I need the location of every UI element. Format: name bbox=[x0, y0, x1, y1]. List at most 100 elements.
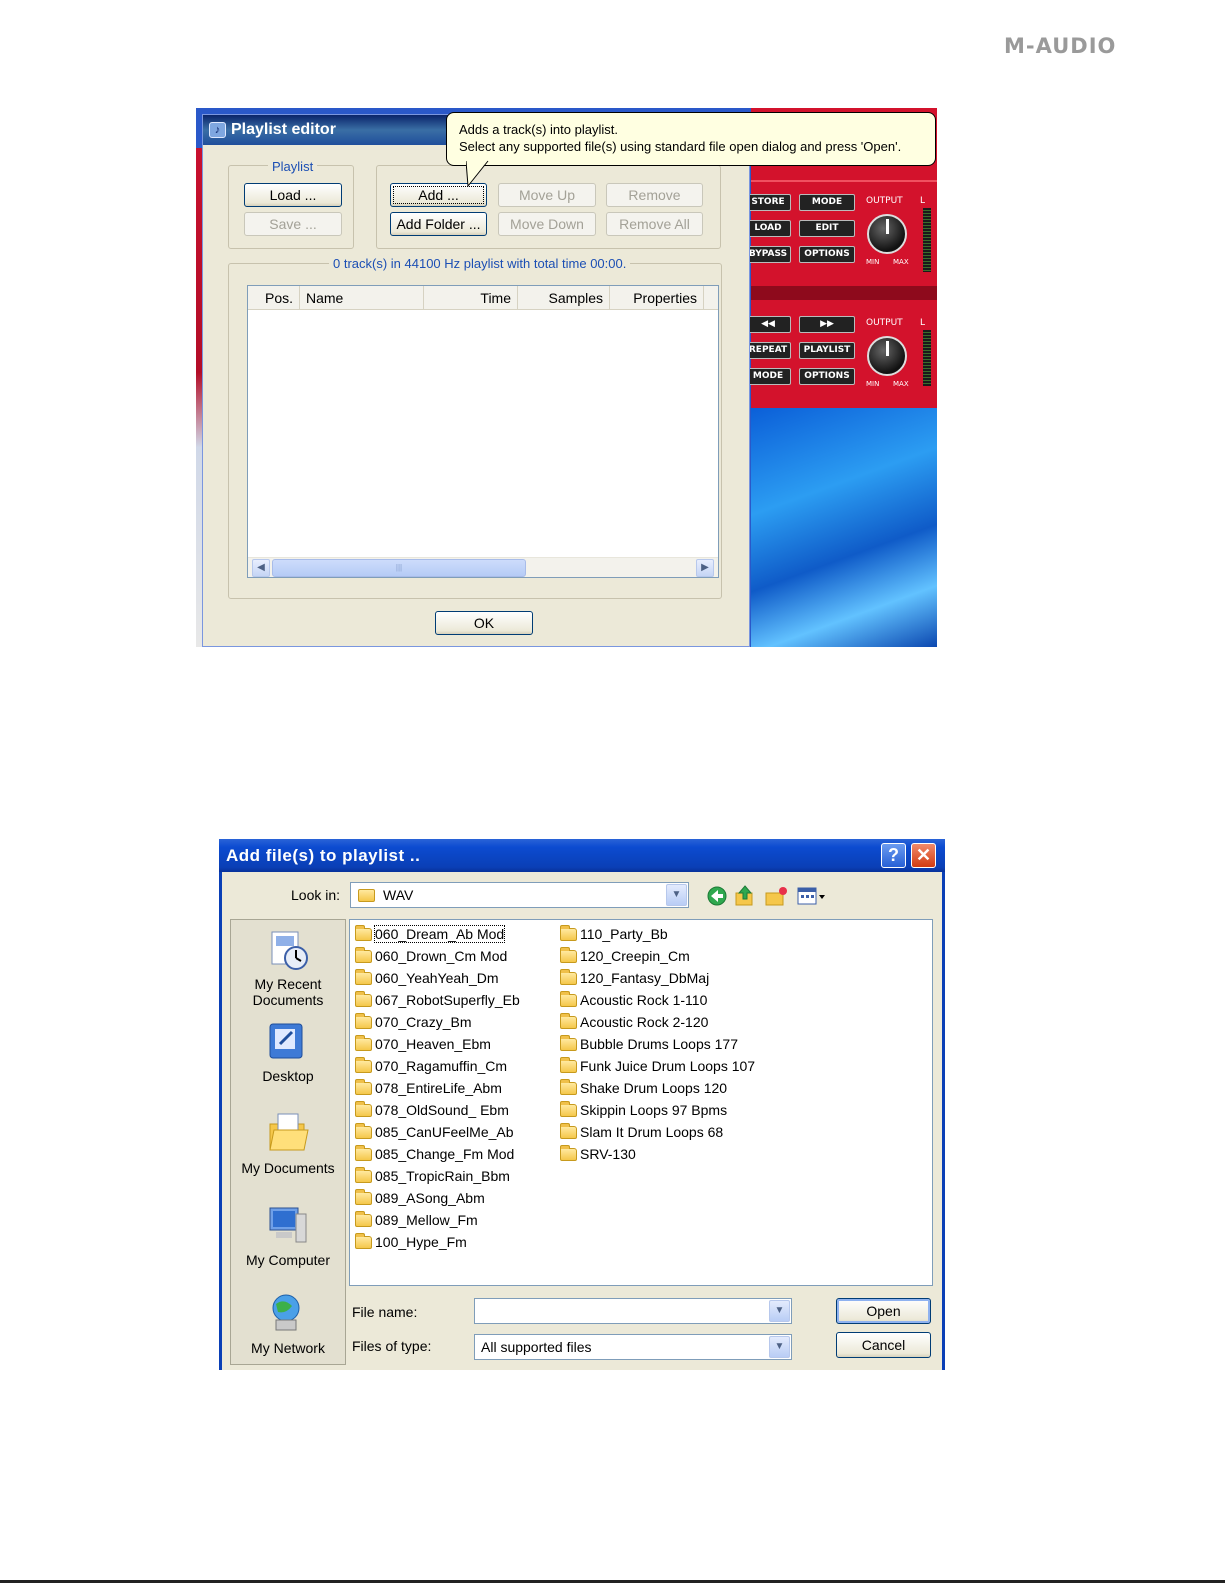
chevron-down-icon[interactable]: ▼ bbox=[666, 884, 687, 906]
list-item[interactable]: 067_RobotSuperfly_Eb bbox=[353, 990, 520, 1010]
list-item[interactable]: 070_Crazy_Bm bbox=[353, 1012, 472, 1032]
ok-button[interactable]: OK bbox=[435, 611, 533, 635]
remove-button[interactable]: Remove bbox=[606, 183, 703, 207]
list-item[interactable]: Funk Juice Drum Loops 107 bbox=[558, 1056, 755, 1076]
app-icon: ♪ bbox=[209, 122, 226, 138]
back-icon[interactable] bbox=[706, 885, 728, 907]
list-item[interactable]: 089_ASong_Abm bbox=[353, 1188, 485, 1208]
list-item[interactable]: 060_Drown_Cm Mod bbox=[353, 946, 507, 966]
list-item[interactable]: 078_EntireLife_Abm bbox=[353, 1078, 502, 1098]
list-item[interactable]: 070_Ragamuffin_Cm bbox=[353, 1056, 507, 1076]
options-button-2[interactable]: OPTIONS bbox=[799, 368, 855, 385]
scroll-thumb[interactable]: ||| bbox=[272, 559, 526, 577]
folder-icon bbox=[560, 969, 577, 985]
col-samples[interactable]: Samples bbox=[518, 286, 610, 310]
places-bar: My Recent Documents Desktop My Documents… bbox=[230, 919, 346, 1365]
folder-icon bbox=[355, 991, 372, 1007]
output-label-2: OUTPUT bbox=[866, 318, 903, 328]
list-item[interactable]: 060_Dream_Ab Mod bbox=[353, 924, 506, 944]
list-item[interactable]: Bubble Drums Loops 177 bbox=[558, 1034, 738, 1054]
level-meter bbox=[923, 208, 931, 272]
look-in-combo[interactable]: WAV ▼ bbox=[350, 882, 689, 908]
load-button[interactable]: LOAD bbox=[745, 220, 791, 237]
place-desktop[interactable]: Desktop bbox=[231, 1020, 345, 1084]
store-button[interactable]: STORE bbox=[745, 194, 791, 211]
list-item[interactable]: SRV-130 bbox=[558, 1144, 636, 1164]
list-item[interactable]: 078_OldSound_ Ebm bbox=[353, 1100, 509, 1120]
up-folder-icon[interactable] bbox=[734, 885, 756, 907]
close-icon[interactable]: ✕ bbox=[911, 843, 936, 868]
mode-button[interactable]: MODE bbox=[799, 194, 855, 211]
list-item[interactable]: 070_Heaven_Ebm bbox=[353, 1034, 491, 1054]
file-name-input[interactable]: ▼ bbox=[474, 1298, 792, 1324]
move-up-button[interactable]: Move Up bbox=[498, 183, 596, 207]
dialog-title: Add file(s) to playlist .. bbox=[219, 839, 945, 872]
tracks-group bbox=[376, 165, 721, 249]
look-in-value: WAV bbox=[383, 887, 414, 903]
playlist-group bbox=[228, 165, 354, 249]
list-item[interactable]: 110_Party_Bb bbox=[558, 924, 668, 944]
list-item[interactable]: Skippin Loops 97 Bpms bbox=[558, 1100, 727, 1120]
chevron-down-icon[interactable]: ▼ bbox=[769, 1336, 790, 1358]
chevron-down-icon[interactable]: ▼ bbox=[769, 1300, 790, 1322]
folder-icon bbox=[560, 1013, 577, 1029]
bypass-button[interactable]: BYPASS bbox=[745, 246, 791, 263]
list-item[interactable]: 089_Mellow_Fm bbox=[353, 1210, 478, 1230]
help-icon[interactable]: ? bbox=[881, 843, 906, 868]
window-frame-left bbox=[219, 872, 222, 1370]
mode-button-2[interactable]: MODE bbox=[745, 368, 791, 385]
place-my-recent-documents[interactable]: My Recent Documents bbox=[231, 928, 345, 1008]
place-my-computer[interactable]: My Computer bbox=[231, 1204, 345, 1268]
rewind-button[interactable]: ◀◀ bbox=[745, 316, 791, 333]
track-list[interactable]: Pos. Name Time Samples Properties ◀ ||| … bbox=[247, 285, 719, 578]
list-item[interactable]: 120_Creepin_Cm bbox=[558, 946, 690, 966]
folder-icon bbox=[355, 1167, 372, 1183]
col-name[interactable]: Name bbox=[300, 286, 424, 310]
list-item[interactable]: Slam It Drum Loops 68 bbox=[558, 1122, 723, 1142]
add-folder-button[interactable]: Add Folder ... bbox=[390, 212, 487, 236]
list-item[interactable]: Acoustic Rock 2-120 bbox=[558, 1012, 708, 1032]
fast-forward-button[interactable]: ▶▶ bbox=[799, 316, 855, 333]
remove-all-button[interactable]: Remove All bbox=[606, 212, 703, 236]
list-item[interactable]: Acoustic Rock 1-110 bbox=[558, 990, 707, 1010]
place-my-documents[interactable]: My Documents bbox=[231, 1110, 345, 1176]
output-knob[interactable] bbox=[867, 214, 907, 254]
list-item[interactable]: 060_YeahYeah_Dm bbox=[353, 968, 499, 988]
move-down-button[interactable]: Move Down bbox=[498, 212, 596, 236]
horizontal-scrollbar[interactable]: ◀ ||| ▶ bbox=[248, 557, 718, 577]
new-folder-icon[interactable] bbox=[764, 885, 788, 907]
col-pos[interactable]: Pos. bbox=[248, 286, 300, 310]
list-item[interactable]: 085_CanUFeelMe_Ab bbox=[353, 1122, 514, 1142]
options-button[interactable]: OPTIONS bbox=[799, 246, 855, 263]
playlist-button[interactable]: PLAYLIST bbox=[799, 342, 855, 359]
list-item[interactable]: 085_TropicRain_Bbm bbox=[353, 1166, 510, 1186]
file-list[interactable]: 060_Dream_Ab Mod 060_Drown_Cm Mod 060_Ye… bbox=[349, 919, 933, 1286]
load-playlist-button[interactable]: Load ... bbox=[244, 183, 342, 207]
files-of-type-select[interactable]: All supported files ▼ bbox=[474, 1334, 792, 1360]
track-list-header: Pos. Name Time Samples Properties bbox=[248, 286, 718, 310]
recent-documents-icon bbox=[271, 931, 308, 970]
open-button[interactable]: Open bbox=[836, 1298, 931, 1324]
list-item[interactable]: 100_Hype_Fm bbox=[353, 1232, 467, 1252]
scroll-left-icon[interactable]: ◀ bbox=[252, 559, 270, 577]
repeat-button[interactable]: REPEAT bbox=[745, 342, 791, 359]
m-audio-logo: M-AUDIO bbox=[1004, 34, 1117, 58]
col-time[interactable]: Time bbox=[424, 286, 518, 310]
list-item[interactable]: Shake Drum Loops 120 bbox=[558, 1078, 727, 1098]
cancel-button[interactable]: Cancel bbox=[836, 1332, 931, 1358]
folder-icon bbox=[560, 991, 577, 1007]
view-menu-icon[interactable] bbox=[796, 885, 828, 907]
scroll-right-icon[interactable]: ▶ bbox=[696, 559, 714, 577]
place-my-network[interactable]: My Network bbox=[231, 1292, 345, 1356]
list-item[interactable]: 120_Fantasy_DbMaj bbox=[558, 968, 709, 988]
save-playlist-button[interactable]: Save ... bbox=[244, 212, 342, 236]
folder-icon bbox=[560, 1145, 577, 1161]
file-name-label: File name: bbox=[352, 1304, 418, 1320]
files-of-type-value: All supported files bbox=[481, 1339, 592, 1355]
list-item[interactable]: 085_Change_Fm Mod bbox=[353, 1144, 514, 1164]
output-knob-2[interactable] bbox=[867, 336, 907, 376]
knob-max-label: MAX bbox=[893, 258, 909, 266]
place-label: My Documents bbox=[241, 1160, 335, 1176]
edit-button[interactable]: EDIT bbox=[799, 220, 855, 237]
col-properties[interactable]: Properties bbox=[610, 286, 704, 310]
